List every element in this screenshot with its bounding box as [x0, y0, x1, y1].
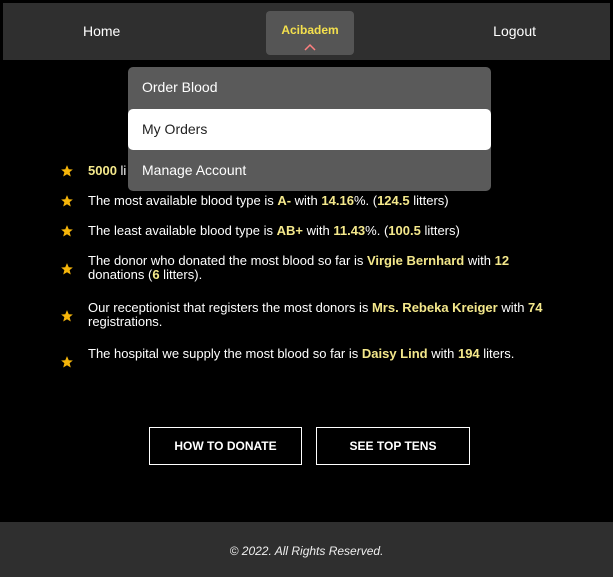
nav-brand-label: Acibadem: [281, 23, 339, 37]
star-icon: [61, 165, 73, 177]
stat-text-run: with: [464, 253, 495, 268]
footer: © 2022. All Rights Reserved.: [0, 522, 613, 577]
stat-text-run: The most available blood type is: [88, 193, 278, 208]
nav-home-link[interactable]: Home: [83, 23, 120, 39]
how-to-donate-button[interactable]: HOW TO DONATE: [149, 427, 302, 465]
star-icon: [61, 225, 73, 237]
stat-value: Virgie Bernhard: [366, 253, 465, 268]
chevron-up-icon: [304, 43, 316, 51]
stat-value: 124.5: [377, 193, 410, 208]
stat-text-run: %. (: [365, 223, 389, 238]
stat-text-run: with: [291, 193, 322, 208]
stat-text-run: registrations.: [88, 314, 163, 329]
stat-text-run: Our receptionist that registers the most…: [88, 300, 372, 315]
stat-text-run: with: [303, 223, 334, 238]
stat-value: 11.43: [333, 223, 366, 238]
stat-text: The hospital we supply the most blood so…: [88, 347, 548, 361]
stat-text-run: donations (: [88, 267, 153, 282]
stat-text-run: The hospital we supply the most blood so…: [88, 346, 362, 361]
stat-text: The least available blood type is AB+ wi…: [88, 224, 548, 238]
stat-text-run: li: [116, 163, 127, 178]
stat-text-run: The donor who donated the most blood so …: [88, 253, 367, 268]
stat-text-run: The least available blood type is: [88, 223, 277, 238]
stat-text: Our receptionist that registers the most…: [88, 301, 548, 329]
stat-value: AB+: [276, 223, 303, 238]
stat-value: 14.16: [321, 193, 354, 208]
nav-logout-link[interactable]: Logout: [493, 23, 536, 39]
stat-value: 6: [152, 267, 160, 282]
stat-text: The donor who donated the most blood so …: [88, 254, 548, 282]
stat-value: 5000: [88, 163, 117, 178]
stat-text: The most available blood type is A- with…: [88, 194, 548, 208]
star-icon: [61, 356, 73, 368]
stat-value: 74: [528, 300, 543, 315]
star-icon: [61, 195, 73, 207]
stat-text-run: %. (: [353, 193, 378, 208]
stat-value: Mrs. Rebeka Kreiger: [371, 300, 498, 315]
account-dropdown-menu: Order Blood My Orders Manage Account: [128, 67, 491, 191]
menu-item-my-orders[interactable]: My Orders: [128, 109, 491, 150]
top-navbar: Home Acibadem Logout: [0, 0, 613, 60]
stat-text-run: liters.: [479, 346, 515, 361]
copyright-text: © 2022. All Rights Reserved.: [229, 544, 384, 558]
stat-text-run: litters): [420, 223, 460, 238]
star-icon: [61, 310, 73, 322]
stat-value: A-: [277, 193, 292, 208]
nav-brand-dropdown-toggle[interactable]: Acibadem: [266, 11, 354, 55]
menu-item-order-blood[interactable]: Order Blood: [128, 67, 491, 108]
stat-value: 100.5: [388, 223, 421, 238]
star-icon: [61, 263, 73, 275]
menu-item-manage-account[interactable]: Manage Account: [128, 150, 491, 191]
stat-value: 12: [494, 253, 510, 268]
stat-text-run: litters): [409, 193, 449, 208]
stat-value: Daisy Lind: [361, 346, 428, 361]
stat-text-run: litters).: [159, 267, 203, 282]
see-top-tens-button[interactable]: SEE TOP TENS: [316, 427, 470, 465]
stat-value: 194: [457, 346, 480, 361]
stat-text-run: with: [497, 300, 529, 315]
stat-text-run: with: [427, 346, 458, 361]
